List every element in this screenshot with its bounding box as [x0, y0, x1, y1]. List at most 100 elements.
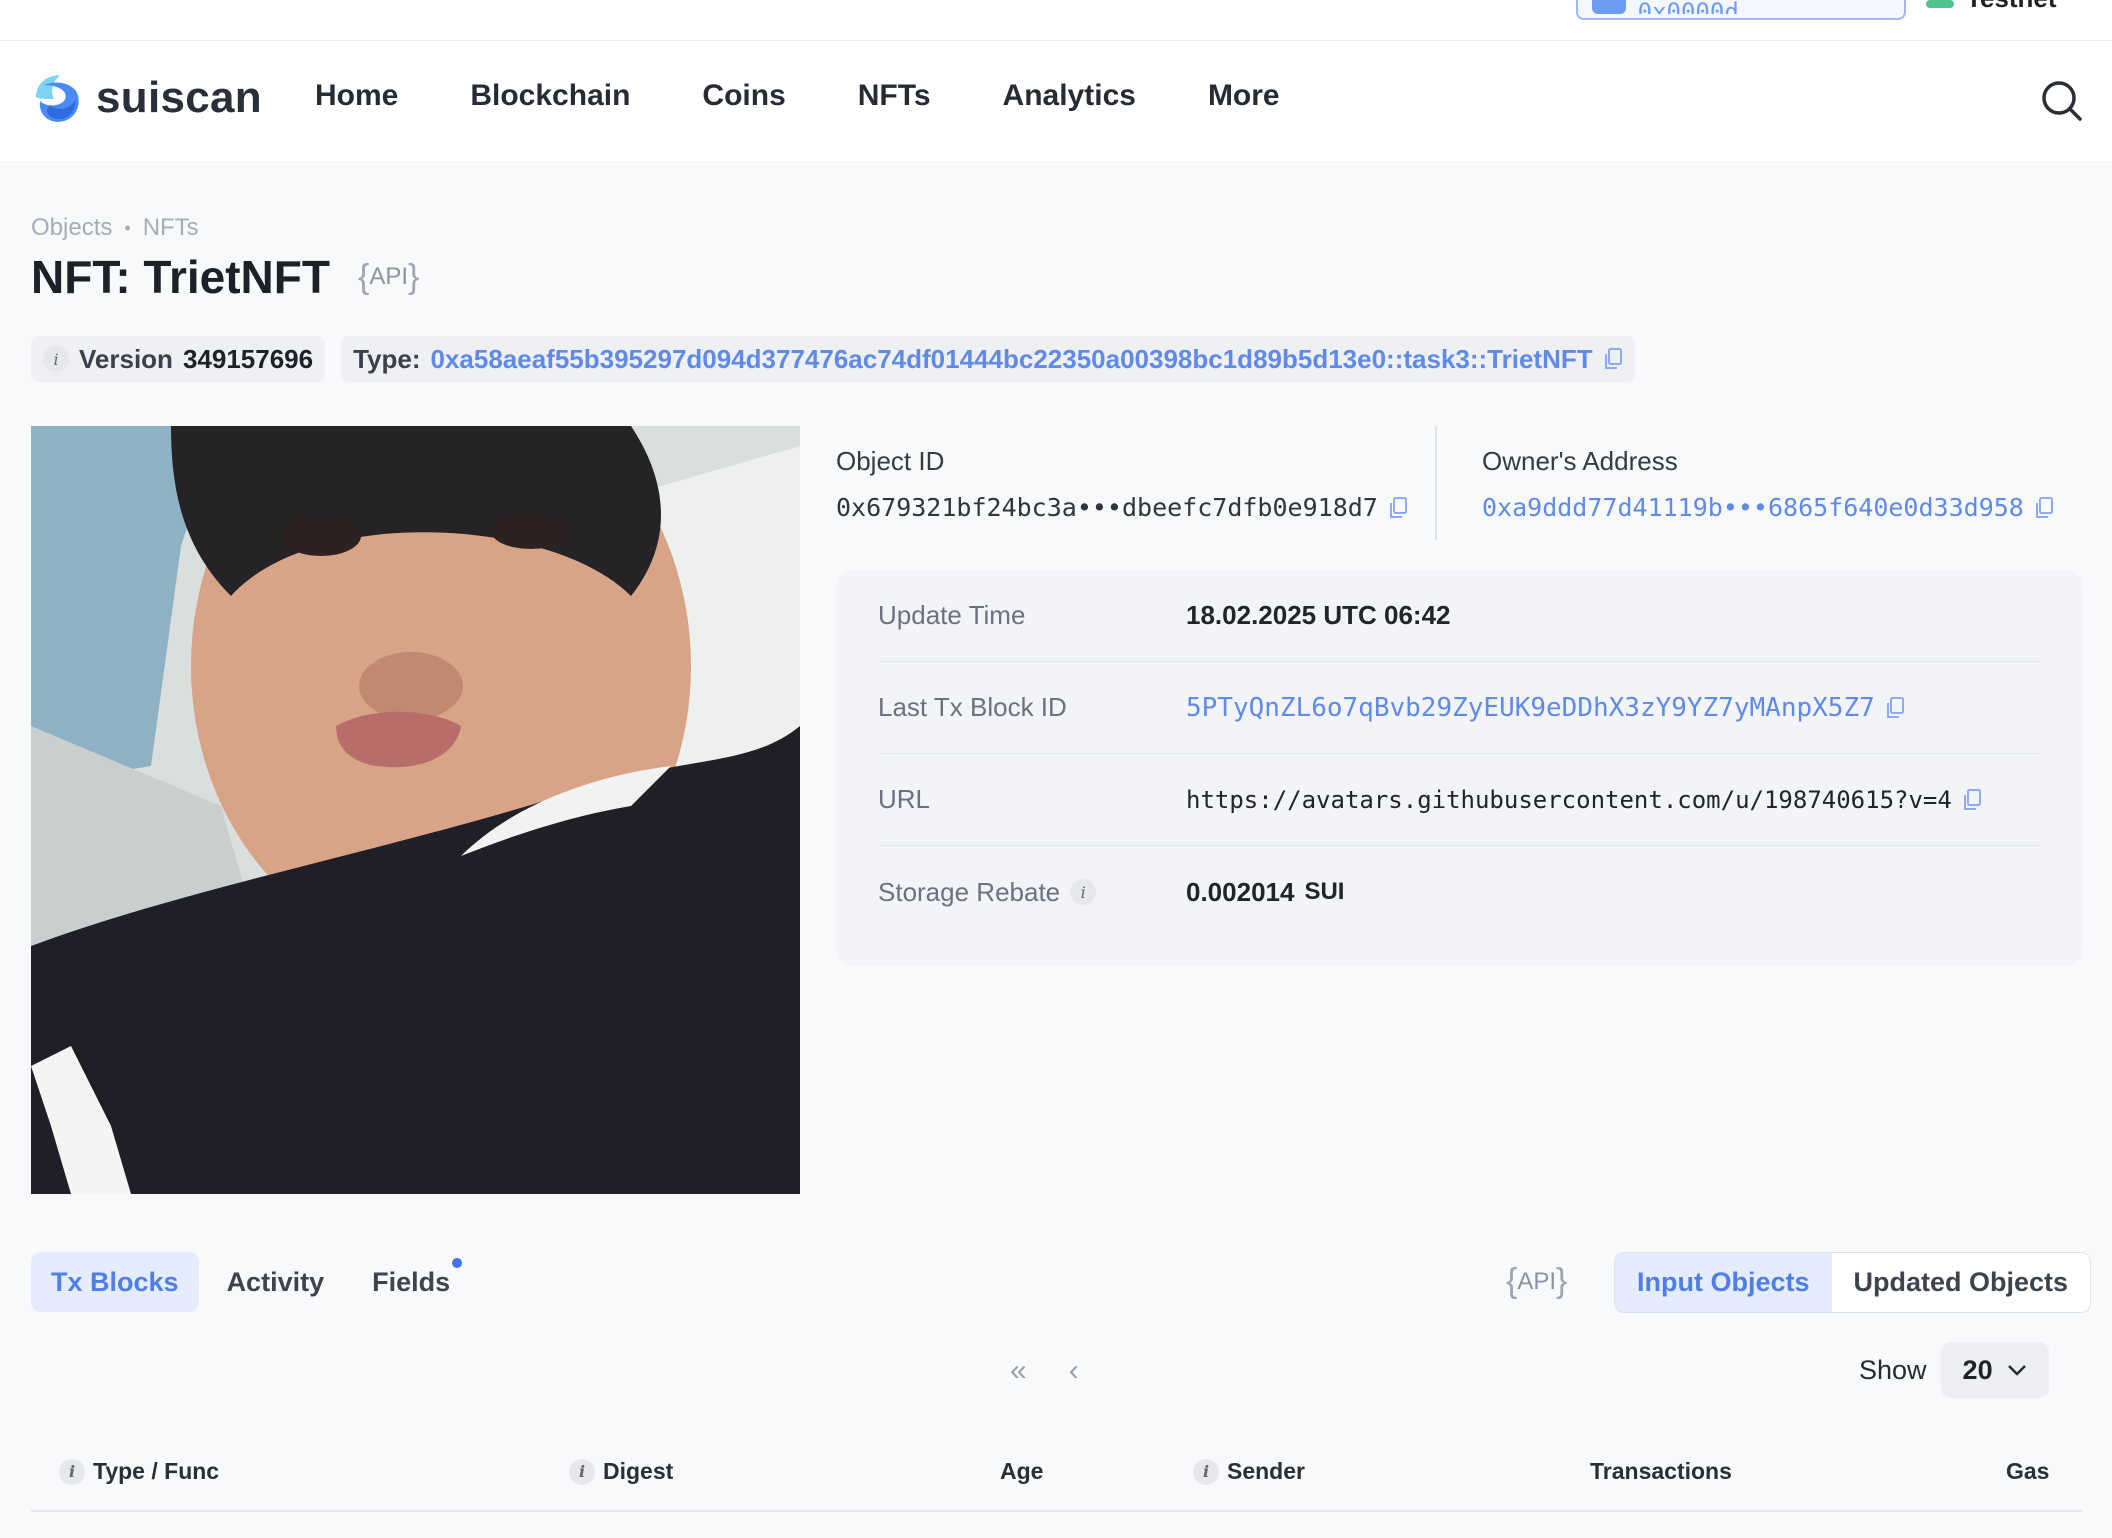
url-label: URL — [878, 784, 931, 814]
chevron-down-icon — [2007, 1365, 2026, 1376]
copy-icon[interactable] — [1885, 696, 1905, 720]
owner-address-block: Owner's Address 0xa9ddd77d41119b•••6865f… — [1482, 446, 2054, 522]
table-header: i Type / Func i Digest Age i Sender Tran… — [31, 1452, 2083, 1512]
tab-bar: Tx Blocks Activity Fields — [31, 1252, 470, 1312]
tab-fields-label: Fields — [372, 1266, 451, 1297]
info-icon[interactable]: i — [59, 1458, 85, 1485]
column-header-label: Digest — [603, 1458, 674, 1484]
copy-icon[interactable] — [1603, 347, 1623, 371]
object-id-value: 0x679321bf24bc3a•••dbeefc7dfb0e918d7 — [836, 493, 1408, 522]
update-time-label: Update Time — [878, 600, 1026, 630]
owner-address-link[interactable]: 0xa9ddd77d41119b•••6865f640e0d33d958 — [1482, 493, 2024, 522]
details-card: Update Time 18.02.2025 UTC 06:42 Last Tx… — [836, 570, 2083, 966]
api-brace-close: } — [1556, 1262, 1568, 1300]
storage-rebate-value: 0.002014 SUI — [1186, 877, 1344, 908]
nft-portrait-image — [31, 426, 800, 1194]
tab-api-button[interactable]: { API } — [1506, 1262, 1567, 1301]
storage-rebate-amount: 0.002014 — [1186, 876, 1295, 907]
top-strip: 0x0000d ... 99dab09 Testnet — [0, 0, 2112, 41]
detail-row-last-tx: Last Tx Block ID 5PTyQnZL6o7qBvb29ZyEUK9… — [878, 662, 2041, 754]
tab-fields[interactable]: Fields — [352, 1252, 470, 1312]
main-nav: suiscan Home Blockchain Coins NFTs Analy… — [0, 41, 2112, 163]
breadcrumb: Objects • NFTs — [31, 214, 199, 242]
logo[interactable]: suiscan — [30, 71, 262, 125]
owner-address-label: Owner's Address — [1482, 446, 1678, 476]
api-label: API — [1517, 1267, 1557, 1295]
last-tx-label: Last Tx Block ID — [878, 692, 1067, 722]
chevron-double-left-icon[interactable]: « — [1010, 1354, 1027, 1388]
object-id-block: Object ID 0x679321bf24bc3a•••dbeefc7dfb0… — [836, 446, 1408, 522]
wallet-chip[interactable]: 0x0000d ... 99dab09 — [1576, 0, 1906, 20]
nav-link-nfts[interactable]: NFTs — [858, 79, 931, 113]
object-id-text: 0x679321bf24bc3a•••dbeefc7dfb0e918d7 — [836, 493, 1378, 522]
url-value: https://avatars.githubusercontent.com/u/… — [1186, 786, 1982, 814]
search-button[interactable] — [2040, 79, 2084, 123]
url-text: https://avatars.githubusercontent.com/u/… — [1186, 785, 1952, 814]
info-icon[interactable]: i — [1070, 879, 1097, 905]
logo-text: suiscan — [96, 73, 262, 122]
nav-link-more[interactable]: More — [1208, 79, 1280, 113]
breadcrumb-nfts[interactable]: NFTs — [143, 214, 199, 242]
copy-icon[interactable] — [2034, 496, 2054, 520]
network-status-icon — [1926, 0, 1954, 8]
breadcrumb-separator: • — [124, 217, 131, 238]
network-selector[interactable]: Testnet — [1926, 0, 2057, 8]
storage-rebate-unit: SUI — [1304, 878, 1345, 905]
nav-links: Home Blockchain Coins NFTs Analytics Mor… — [315, 79, 1280, 113]
info-icon[interactable]: i — [1193, 1458, 1219, 1485]
sui-logo-icon — [36, 75, 79, 122]
detail-row-url: URL https://avatars.githubusercontent.co… — [878, 754, 2041, 846]
pagination: « ‹ — [1010, 1354, 1079, 1388]
info-icon[interactable]: i — [43, 346, 69, 372]
column-header-label: Sender — [1227, 1458, 1305, 1484]
network-label: Testnet — [1966, 0, 2057, 8]
nav-link-coins[interactable]: Coins — [702, 79, 785, 113]
page-title: NFT: TrietNFT — [31, 251, 330, 303]
tab-tx-blocks[interactable]: Tx Blocks — [31, 1252, 199, 1312]
column-header-transactions[interactable]: Transactions — [1590, 1458, 1732, 1485]
input-objects-button[interactable]: Input Objects — [1615, 1253, 1832, 1312]
type-link[interactable]: 0xa58aeaf55b395297d094d377476ac74df01444… — [431, 344, 1593, 375]
page-size-value: 20 — [1962, 1354, 1993, 1385]
column-header-label: Transactions — [1590, 1458, 1732, 1484]
column-header-type-func[interactable]: i Type / Func — [59, 1458, 219, 1485]
object-id-label: Object ID — [836, 446, 945, 476]
api-button[interactable]: { API } — [358, 258, 419, 297]
version-pill: i Version 349157696 — [31, 336, 326, 382]
update-time-value: 18.02.2025 UTC 06:42 — [1186, 600, 1451, 630]
type-pill: Type: 0xa58aeaf55b395297d094d377476ac74d… — [341, 336, 1635, 382]
tab-activity[interactable]: Activity — [207, 1252, 345, 1312]
storage-rebate-label: Storage Rebate — [878, 876, 1061, 907]
column-header-age[interactable]: Age — [1000, 1458, 1043, 1485]
api-label: API — [369, 263, 409, 290]
nav-link-home[interactable]: Home — [315, 79, 398, 113]
chevron-left-icon[interactable]: ‹ — [1069, 1354, 1079, 1388]
version-value: 349157696 — [182, 343, 314, 374]
meta-row: i Version 349157696 Type: 0xa58aeaf55b39… — [31, 336, 1635, 382]
page-size-select[interactable]: 20 — [1940, 1342, 2049, 1398]
copy-icon[interactable] — [1388, 496, 1408, 520]
column-header-label: Age — [1000, 1458, 1044, 1484]
search-icon — [2042, 81, 2082, 121]
owner-address-value: 0xa9ddd77d41119b•••6865f640e0d33d958 — [1482, 493, 2054, 522]
objects-toggle: Input Objects Updated Objects — [1614, 1252, 2092, 1313]
column-header-label: Gas — [2006, 1458, 2050, 1484]
divider — [1435, 426, 1437, 540]
info-icon[interactable]: i — [569, 1458, 595, 1485]
column-header-sender[interactable]: i Sender — [1193, 1458, 1305, 1485]
last-tx-link[interactable]: 5PTyQnZL6o7qBvb29ZyEUK9eDDhX3zY9YZ7yMAnp… — [1186, 693, 1875, 723]
column-header-digest[interactable]: i Digest — [569, 1458, 673, 1485]
breadcrumb-objects[interactable]: Objects — [31, 214, 112, 242]
version-label: Version — [79, 343, 173, 374]
nav-link-analytics[interactable]: Analytics — [1003, 79, 1136, 113]
copy-icon[interactable] — [1962, 788, 1982, 812]
wallet-avatar — [1592, 0, 1626, 14]
nav-link-blockchain[interactable]: Blockchain — [470, 79, 630, 113]
notification-dot-icon — [452, 1258, 463, 1268]
api-brace-open: { — [357, 257, 370, 296]
updated-objects-button[interactable]: Updated Objects — [1832, 1253, 2091, 1312]
column-header-gas[interactable]: Gas — [2006, 1458, 2049, 1485]
column-header-label: Type / Func — [93, 1458, 220, 1484]
nft-image — [31, 426, 800, 1194]
page-size-label: Show — [1859, 1354, 1927, 1385]
